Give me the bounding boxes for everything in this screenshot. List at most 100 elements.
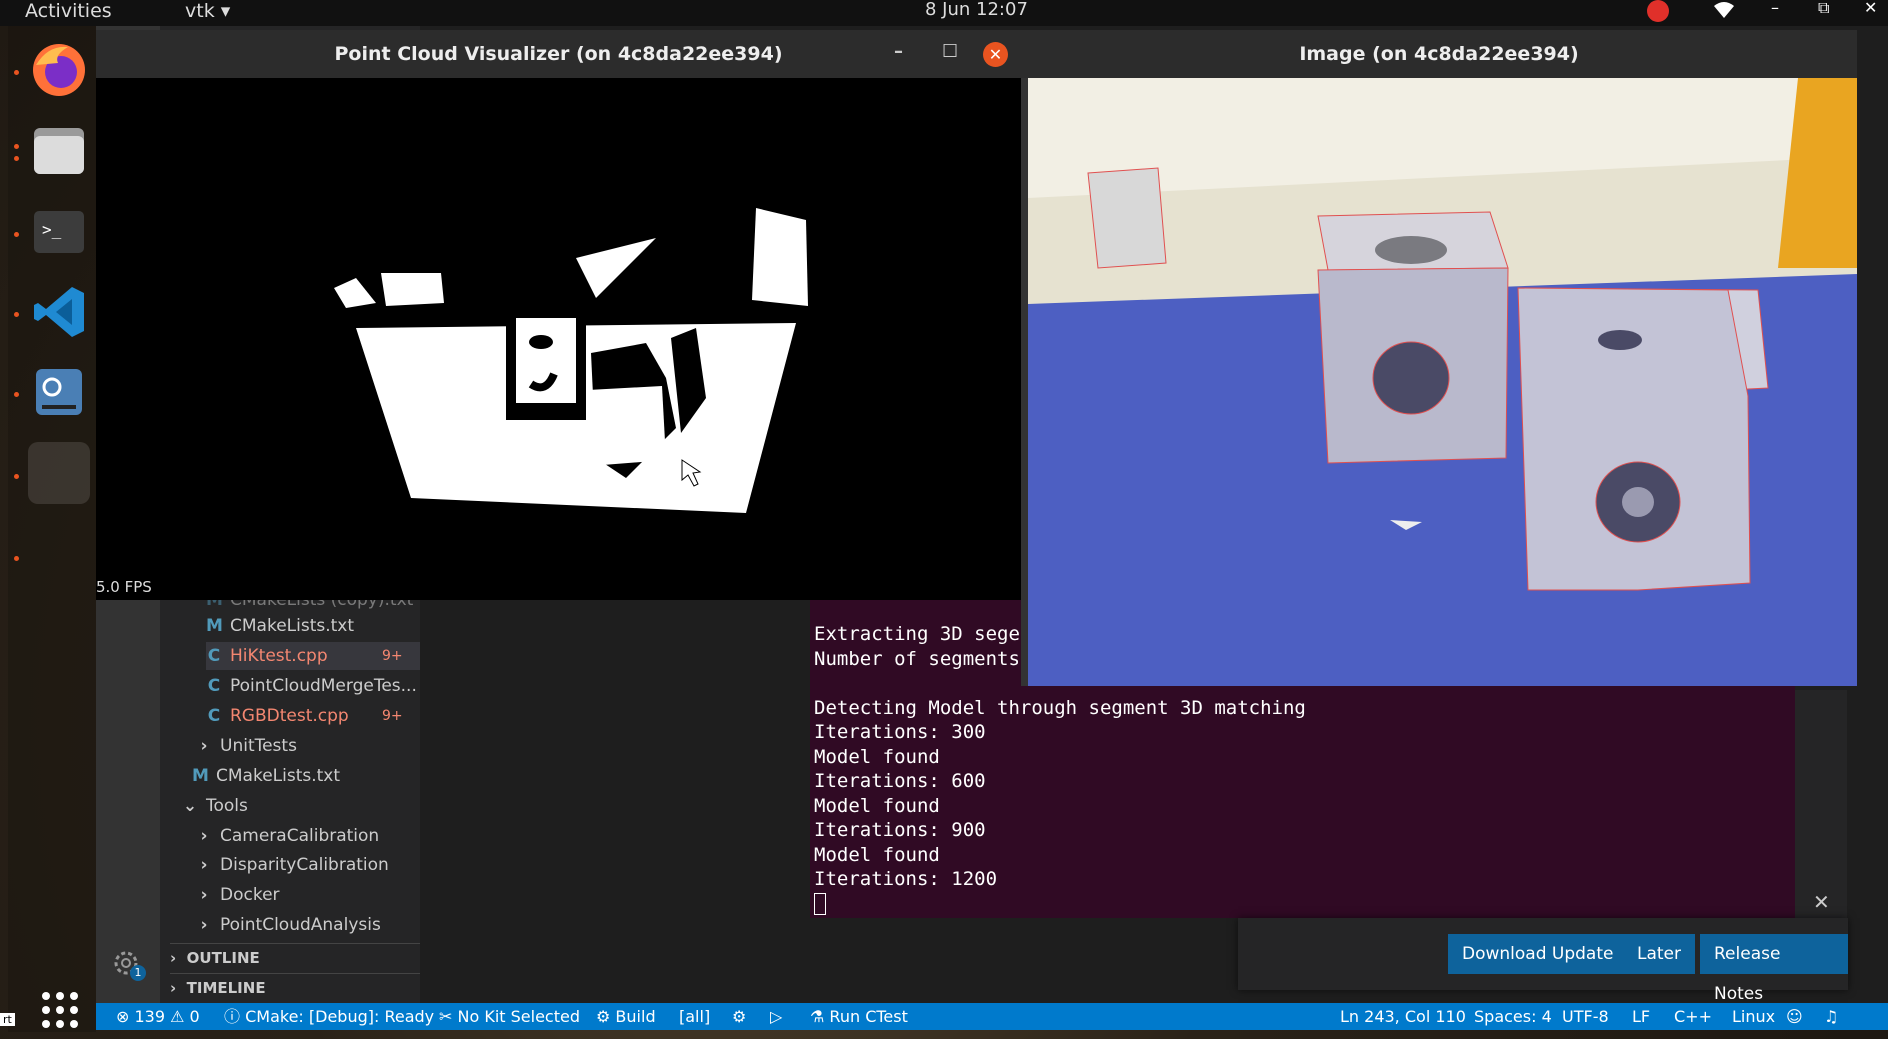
tree-folder-tools[interactable]: ⌄ Tools xyxy=(182,792,248,820)
terminal-line: Model found xyxy=(814,794,940,817)
cpp-file-icon: C xyxy=(207,706,221,726)
firefox-icon[interactable] xyxy=(28,39,90,101)
vscode-icon[interactable] xyxy=(28,281,90,343)
encoding[interactable]: UTF-8 xyxy=(1562,1003,1609,1030)
window-title: Image (on 4c8da22ee394) xyxy=(1299,43,1579,65)
tree-file-cmakelists-root[interactable]: M CMakeLists.txt xyxy=(192,762,340,790)
timeline-section[interactable]: › TIMELINE xyxy=(170,973,420,1001)
cpp-file-icon: C xyxy=(207,646,221,666)
problem-badge: 9+ xyxy=(382,708,403,724)
terminal-line: Iterations: 600 xyxy=(814,770,986,792)
tree-file-hiktest[interactable]: C HiKtest.cpp 9+ xyxy=(206,642,420,670)
running-indicator xyxy=(14,144,19,149)
language-mode[interactable]: C++ xyxy=(1674,1003,1712,1030)
cmake-file-icon: M xyxy=(192,766,209,786)
build-button[interactable]: ⚙ Build xyxy=(596,1003,656,1030)
problems-indicator[interactable]: ⊗ 139 ⚠ 0 xyxy=(116,1003,200,1030)
terminal-line: Model found xyxy=(814,745,940,768)
bell-icon[interactable]: ♫ xyxy=(1824,1003,1838,1030)
running-indicator xyxy=(14,474,19,479)
chevron-right-icon: › xyxy=(200,885,208,905)
feedback-icon[interactable]: ☺ xyxy=(1786,1003,1803,1030)
recording-indicator-icon[interactable] xyxy=(1647,0,1669,22)
tree-file-cmakelists[interactable]: M CMakeLists.txt xyxy=(206,612,354,640)
fps-counter: 5.0 FPS xyxy=(96,578,152,596)
settings-badge: 1 xyxy=(130,965,146,981)
indentation[interactable]: Spaces: 4 xyxy=(1474,1003,1552,1030)
settings-app-icon[interactable] xyxy=(28,361,90,423)
chevron-right-icon: › xyxy=(170,979,187,997)
point-cloud-titlebar[interactable]: Point Cloud Visualizer (on 4c8da22ee394)… xyxy=(96,30,1021,78)
build-target[interactable]: [all] xyxy=(679,1003,710,1030)
cmake-file-icon: M xyxy=(206,616,223,636)
minimize-icon[interactable]: – xyxy=(894,38,903,66)
chevron-down-icon: ⌄ xyxy=(182,796,198,816)
app-icon[interactable] xyxy=(28,442,90,504)
image-titlebar[interactable]: Image (on 4c8da22ee394) xyxy=(1021,30,1857,78)
terminal-line: Detecting Model through segment 3D match… xyxy=(814,696,1306,719)
update-notification: Download Update Later Release Notes xyxy=(1238,918,1848,1004)
chevron-right-icon: › xyxy=(200,915,208,935)
tree-folder-unittests[interactable]: › UnitTests xyxy=(196,732,296,760)
run-icon[interactable]: ▷ xyxy=(770,1003,782,1030)
minimap[interactable] xyxy=(1795,690,1847,920)
tree-folder-pointcloudanalysis[interactable]: › PointCloudAnalysis xyxy=(196,911,380,939)
files-icon[interactable] xyxy=(28,120,90,182)
corner-label: rt xyxy=(0,1013,15,1026)
release-notes-button[interactable]: Release Notes xyxy=(1700,934,1848,1004)
terminal-line: Iterations: 900 xyxy=(814,819,986,841)
dock: >_ xyxy=(8,26,96,1032)
show-applications-icon[interactable] xyxy=(42,992,78,1028)
activities-button[interactable]: Activities xyxy=(25,0,112,22)
cpp-file-icon: C xyxy=(207,676,221,696)
running-indicator xyxy=(14,556,19,561)
terminal-line: Iterations: 1200 xyxy=(814,868,998,890)
tree-file-rgbdtest[interactable]: C RGBDtest.cpp 9+ xyxy=(206,702,420,730)
running-indicator xyxy=(14,232,19,237)
debug-icon[interactable]: ⚙ xyxy=(732,1003,746,1030)
close-icon[interactable]: ✕ xyxy=(1864,0,1877,17)
restore-icon[interactable]: ⧉ xyxy=(1818,0,1829,18)
running-indicator xyxy=(14,70,19,75)
running-indicator xyxy=(14,156,19,161)
end-of-line[interactable]: LF xyxy=(1632,1003,1650,1030)
app-menu[interactable]: vtk ▾ xyxy=(185,0,230,22)
chevron-right-icon: › xyxy=(200,826,208,846)
maximize-icon[interactable]: ☐ xyxy=(942,38,958,66)
tree-folder-docker[interactable]: › Docker xyxy=(196,881,279,909)
problem-badge: 9+ xyxy=(382,648,403,664)
terminal-line: Model found xyxy=(814,843,940,866)
platform[interactable]: Linux xyxy=(1732,1003,1775,1030)
close-icon[interactable]: ✕ xyxy=(983,42,1008,67)
manage-gear-icon[interactable]: 1 xyxy=(110,945,146,981)
later-button[interactable]: Later xyxy=(1623,934,1696,974)
tree-file-pointcloudmerge[interactable]: C PointCloudMergeTes... xyxy=(206,672,417,700)
chevron-right-icon: › xyxy=(200,855,208,875)
svg-text:>_: >_ xyxy=(42,220,62,239)
caret-down-icon: ▾ xyxy=(220,0,231,22)
point-cloud-canvas[interactable] xyxy=(96,78,1021,600)
system-top-bar: Activities vtk ▾ 8 Jun 12:07 – ⧉ ✕ xyxy=(0,0,1888,26)
terminal-line: Iterations: 300 xyxy=(814,721,986,743)
clock[interactable]: 8 Jun 12:07 xyxy=(925,0,1028,20)
window-title: Point Cloud Visualizer (on 4c8da22ee394) xyxy=(334,43,783,65)
chevron-right-icon: › xyxy=(170,949,187,967)
terminal-icon[interactable]: >_ xyxy=(28,201,90,263)
terminal-cursor xyxy=(814,893,826,915)
outline-section[interactable]: › OUTLINE xyxy=(170,943,420,971)
cmake-status[interactable]: ⓘ CMake: [Debug]: Ready xyxy=(224,1003,434,1030)
kit-selector[interactable]: ✂ No Kit Selected xyxy=(439,1003,580,1030)
running-indicator xyxy=(14,392,19,397)
cursor-position[interactable]: Ln 243, Col 110 xyxy=(1340,1003,1466,1030)
running-indicator xyxy=(14,312,19,317)
tree-folder-disparitycalibration[interactable]: › DisparityCalibration xyxy=(196,851,388,879)
status-bar: ⊗ 139 ⚠ 0 ⓘ CMake: [Debug]: Ready ✂ No K… xyxy=(96,1003,1888,1030)
download-update-button[interactable]: Download Update xyxy=(1448,934,1628,974)
close-icon[interactable]: ✕ xyxy=(1813,890,1830,914)
minimize-icon[interactable]: – xyxy=(1771,0,1779,17)
chevron-right-icon: › xyxy=(200,736,208,756)
wifi-icon[interactable] xyxy=(1713,1,1735,19)
camera-image[interactable] xyxy=(1028,78,1857,686)
tree-folder-cameracalibration[interactable]: › CameraCalibration xyxy=(196,822,379,850)
run-ctest-button[interactable]: ⚗ Run CTest xyxy=(810,1003,908,1030)
